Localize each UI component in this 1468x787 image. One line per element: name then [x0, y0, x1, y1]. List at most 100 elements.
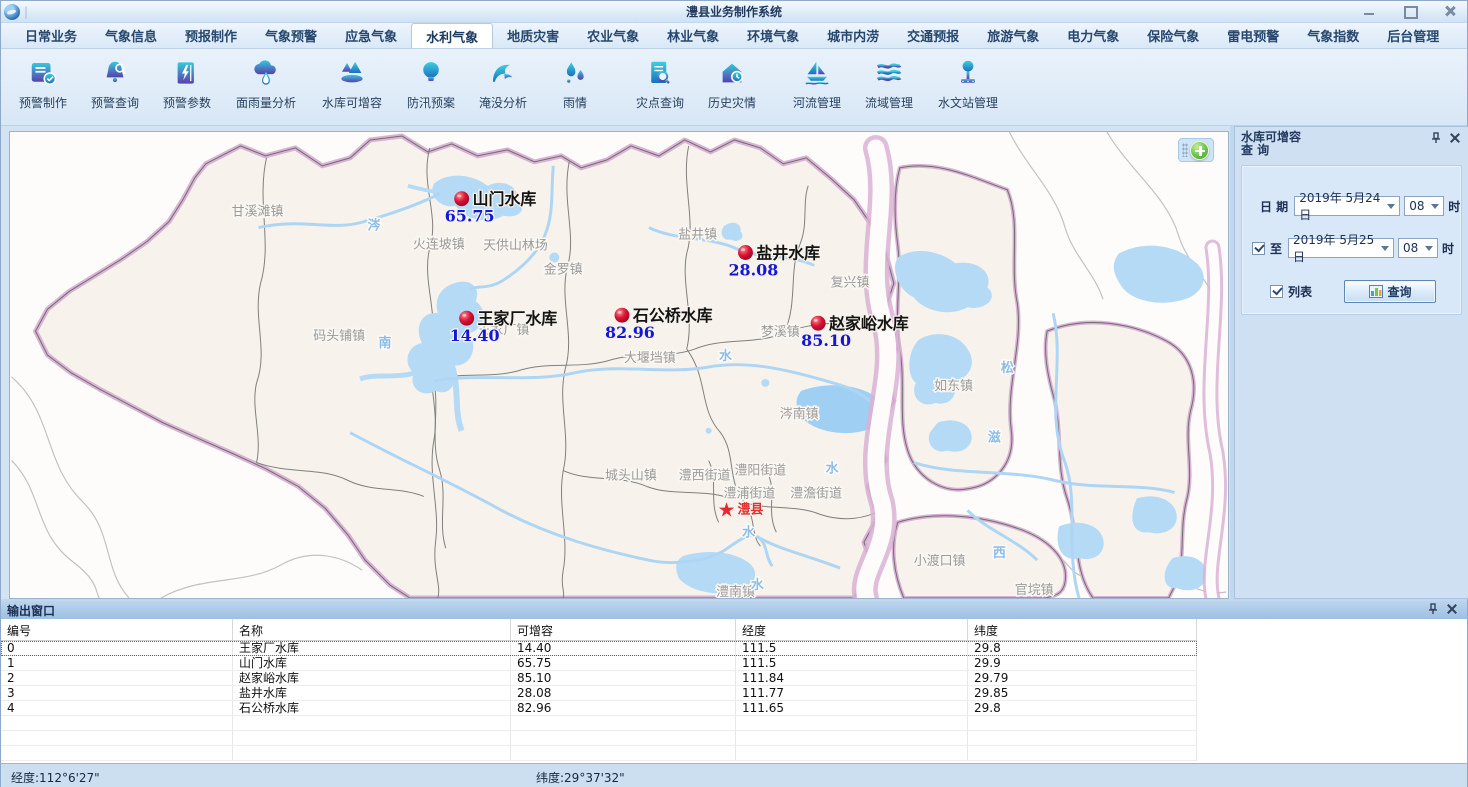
menu-item-4[interactable]: 气象预警 — [251, 23, 331, 48]
menu-bar: 日常业务气象信息预报制作气象预警应急气象水利气象地质灾害农业气象林业气象环境气象… — [1, 23, 1467, 49]
table-cell: 111.65 — [736, 701, 968, 715]
table-cell — [736, 716, 968, 730]
hour-from-combobox[interactable]: 08 — [1404, 196, 1444, 216]
river-label: 涔 — [368, 218, 381, 234]
town-label: 城头山镇 — [605, 469, 657, 484]
map-add-button plus-icon[interactable] — [1190, 141, 1209, 160]
menu-item-7[interactable]: 地质灾害 — [493, 23, 573, 48]
column-header-4[interactable]: 经度 — [736, 619, 968, 640]
toolbar-button-reservoir-trees[interactable]: 水库可增容 — [309, 53, 395, 111]
reservoir-marker-icon[interactable] — [615, 308, 630, 323]
marker-highlight — [457, 195, 461, 198]
output-window: 输出窗口 编号名称可增容经度纬度 0王家厂水库14.40111.529.81山门… — [1, 599, 1467, 763]
reservoir-marker-icon[interactable] — [738, 245, 753, 260]
reservoir-marker-icon[interactable] — [811, 316, 826, 331]
date-to-value: 2019年 5月25日 — [1293, 231, 1381, 265]
table-cell — [1, 716, 233, 730]
list-checkbox[interactable] — [1270, 285, 1283, 298]
toolbar-button-label: 预警参数 — [163, 94, 211, 111]
menu-item-1[interactable]: 日常业务 — [11, 23, 91, 48]
date-from-combobox[interactable]: 2019年 5月24日 — [1294, 196, 1400, 216]
marker-highlight — [814, 319, 818, 322]
menu-item-3[interactable]: 预报制作 — [171, 23, 251, 48]
pin-icon[interactable] — [1431, 132, 1441, 144]
table-row[interactable]: 3盐井水库28.08111.7729.85 — [1, 686, 1197, 701]
toolbar-group-1: 预警制作预警查询预警参数面雨量分析水库可增容防汛预案淹没分析雨情 — [7, 53, 611, 111]
table-row[interactable]: 0王家厂水库14.40111.529.8 — [1, 641, 1197, 656]
sailboat-icon — [800, 56, 834, 90]
toolbar-button-document-search[interactable]: 灾点查询 — [624, 53, 696, 111]
toolbar-button-wave[interactable]: 淹没分析 — [467, 53, 539, 111]
county-map[interactable]: 甘溪滩镇火连坡镇天供山林场金罗镇盐井镇复兴镇码头铺镇王家厂镇梦溪镇大堰垱镇如东镇… — [10, 132, 1228, 598]
toolbar-button-history-disaster[interactable]: 历史灾情 — [696, 53, 768, 111]
menu-item-10[interactable]: 环境气象 — [733, 23, 813, 48]
town-label: 复兴镇 — [831, 275, 870, 290]
minimize-button[interactable] — [1361, 4, 1379, 18]
column-header-1[interactable]: 编号 — [1, 619, 233, 640]
toolbar-button-bulb[interactable]: 防汛预案 — [395, 53, 467, 111]
menu-item-15[interactable]: 保险气象 — [1133, 23, 1213, 48]
menu-item-13[interactable]: 旅游气象 — [973, 23, 1053, 48]
close-button[interactable] — [1441, 4, 1459, 18]
menu-item-8[interactable]: 农业气象 — [573, 23, 653, 48]
reservoir-marker-icon[interactable] — [454, 191, 469, 206]
toolbar-button-raindrops[interactable]: 雨情 — [539, 53, 611, 111]
county-seat-star-icon: ★ — [718, 498, 736, 521]
toolbar-button-cloud-raindrop[interactable]: 面雨量分析 — [223, 53, 309, 111]
menu-item-5[interactable]: 应急气象 — [331, 23, 411, 48]
table-cell: 82.96 — [511, 701, 736, 715]
table-row[interactable]: 4石公桥水库82.96111.6529.8 — [1, 701, 1197, 716]
river-label: 南 — [379, 335, 392, 351]
query-button[interactable]: 查询 — [1344, 280, 1436, 303]
table-empty-row — [1, 746, 1197, 761]
toolbar-button-notebook-edit[interactable]: 预警制作 — [7, 53, 79, 111]
menu-item-17[interactable]: 气象指数 — [1293, 23, 1373, 48]
toolbar-button-label: 雨情 — [563, 94, 587, 111]
table-header-row: 编号名称可增容经度纬度 — [1, 619, 1197, 641]
pin-icon[interactable] — [1428, 603, 1438, 615]
town-label: 甘溪滩镇 — [232, 205, 284, 220]
menu-item-14[interactable]: 电力气象 — [1053, 23, 1133, 48]
menu-item-18[interactable]: 后台管理 — [1373, 23, 1453, 48]
toolbar-button-bell-search[interactable]: 预警查询 — [79, 53, 151, 111]
town-label: 小渡口镇 — [914, 553, 966, 569]
hour-to-value: 08 — [1403, 241, 1418, 255]
output-table[interactable]: 编号名称可增容经度纬度 0王家厂水库14.40111.529.81山门水库65.… — [1, 619, 1197, 761]
river-label: 水 — [826, 461, 840, 477]
application-window: | 澧县业务制作系统 日常业务气象信息预报制作气象预警应急气象水利气象地质灾害农… — [0, 0, 1468, 787]
table-cell: 65.75 — [511, 656, 736, 670]
menu-item-12[interactable]: 交通预报 — [893, 23, 973, 48]
menu-item-6[interactable]: 水利气象 — [411, 23, 493, 48]
town-label: 澧阳街道 — [735, 464, 787, 479]
column-header-2[interactable]: 名称 — [233, 619, 511, 640]
window-title: 澧县业务制作系统 — [1, 3, 1467, 20]
table-row[interactable]: 2赵家峪水库85.10111.8429.79 — [1, 671, 1197, 686]
menu-item-9[interactable]: 林业气象 — [653, 23, 733, 48]
date-to-combobox[interactable]: 2019年 5月25日 — [1288, 238, 1394, 258]
town-label: 如东镇 — [934, 378, 973, 394]
column-header-3[interactable]: 可增容 — [511, 619, 736, 640]
maximize-button[interactable] — [1401, 4, 1419, 18]
table-row[interactable]: 1山门水库65.75111.529.9 — [1, 656, 1197, 671]
hour-to-combobox[interactable]: 08 — [1398, 238, 1438, 258]
column-header-5[interactable]: 纬度 — [968, 619, 1197, 640]
toolbar-button-basin-waves[interactable]: 流域管理 — [853, 53, 925, 111]
toolbar-button-book-lightning[interactable]: 预警参数 — [151, 53, 223, 111]
menu-item-2[interactable]: 气象信息 — [91, 23, 171, 48]
toolbar-button-label: 水库可增容 — [322, 94, 382, 111]
menu-item-11[interactable]: 城市内涝 — [813, 23, 893, 48]
toolbar-button-hydrology-station[interactable]: 水文站管理 — [925, 53, 1011, 111]
table-cell: 85.10 — [511, 671, 736, 685]
to-date-checkbox[interactable] — [1252, 242, 1265, 255]
table-cell — [736, 731, 968, 745]
toolbar-button-sailboat[interactable]: 河流管理 — [781, 53, 853, 111]
table-cell — [511, 746, 736, 760]
drag-handle-icon[interactable] — [1182, 143, 1188, 157]
basin-waves-icon — [872, 56, 906, 90]
output-close-icon[interactable] — [1447, 604, 1457, 614]
marker-highlight — [462, 314, 466, 317]
menu-item-16[interactable]: 雷电预警 — [1213, 23, 1293, 48]
panel-close-icon[interactable] — [1450, 133, 1460, 143]
reservoir-marker-icon[interactable] — [459, 311, 474, 326]
map-view[interactable]: 甘溪滩镇火连坡镇天供山林场金罗镇盐井镇复兴镇码头铺镇王家厂镇梦溪镇大堰垱镇如东镇… — [9, 131, 1229, 599]
